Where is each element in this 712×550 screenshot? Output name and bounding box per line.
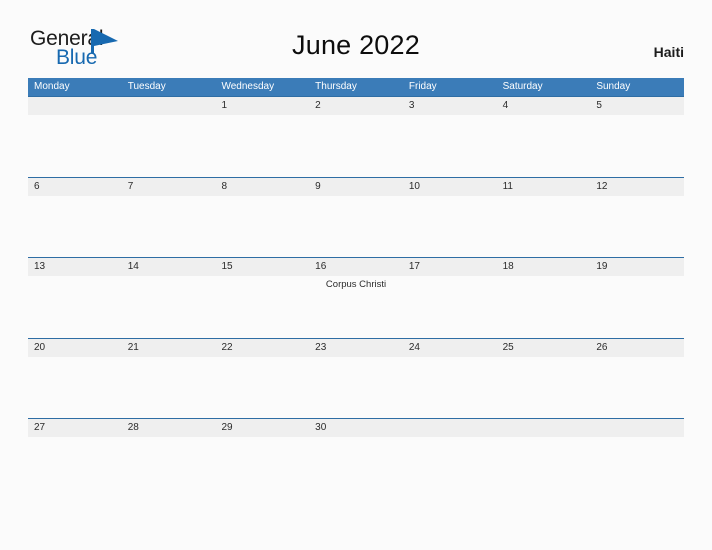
day-cell-number[interactable]: 2 bbox=[309, 97, 403, 115]
day-cell-number[interactable]: 30 bbox=[309, 419, 403, 437]
weekday-header-friday: Friday bbox=[408, 81, 437, 92]
day-cell-number[interactable]: 25 bbox=[497, 339, 591, 357]
week-event-band bbox=[28, 357, 684, 360]
weekday-header-sunday: Sunday bbox=[596, 81, 631, 92]
week-daynumber-band: 13 14 15 16 17 18 19 bbox=[28, 258, 684, 276]
calendar-page: General Blue June 2022 Haiti Monday Tues… bbox=[0, 0, 712, 550]
day-cell-number[interactable]: 29 bbox=[215, 419, 309, 437]
day-cell-number[interactable]: 19 bbox=[590, 258, 684, 276]
day-cell-event bbox=[309, 357, 403, 360]
day-cell-number[interactable]: 1 bbox=[215, 97, 309, 115]
week-daynumber-band: 6 7 8 9 10 11 12 bbox=[28, 177, 684, 196]
day-cell-number[interactable]: 27 bbox=[28, 419, 122, 437]
day-cell-event bbox=[590, 196, 684, 199]
week-event-band bbox=[28, 115, 684, 118]
day-cell-event bbox=[497, 437, 591, 440]
day-cell-number[interactable]: 9 bbox=[309, 178, 403, 196]
day-cell-number[interactable]: 12 bbox=[590, 178, 684, 196]
day-cell-number[interactable]: 7 bbox=[122, 178, 216, 196]
day-cell-number[interactable]: 24 bbox=[403, 339, 497, 357]
day-cell-event bbox=[497, 115, 591, 118]
day-cell-event bbox=[28, 437, 122, 440]
day-cell-event bbox=[590, 115, 684, 118]
weekday-header-wednesday: Wednesday bbox=[221, 81, 275, 92]
day-cell-number[interactable]: 14 bbox=[122, 258, 216, 276]
week-daynumber-band: 27 28 29 30 bbox=[28, 419, 684, 437]
day-cell-number[interactable]: 11 bbox=[497, 178, 591, 196]
day-cell-event bbox=[309, 115, 403, 118]
day-cell-event bbox=[215, 115, 309, 118]
week-row: 27 28 29 30 bbox=[28, 418, 684, 499]
day-cell-number[interactable]: 10 bbox=[403, 178, 497, 196]
day-cell-event bbox=[28, 115, 122, 118]
calendar-grid: Monday Tuesday Wednesday Thursday Friday… bbox=[28, 78, 684, 499]
day-cell-number[interactable]: 20 bbox=[28, 339, 122, 357]
day-cell-event bbox=[215, 196, 309, 199]
day-cell-number[interactable]: 15 bbox=[215, 258, 309, 276]
day-cell-number[interactable] bbox=[497, 419, 591, 437]
weekday-header-thursday: Thursday bbox=[315, 81, 357, 92]
weekday-header-row: Monday Tuesday Wednesday Thursday Friday… bbox=[28, 78, 684, 96]
day-cell-number[interactable] bbox=[122, 97, 216, 115]
week-event-band bbox=[28, 437, 684, 440]
week-event-band bbox=[28, 196, 684, 199]
page-title: June 2022 bbox=[292, 30, 420, 60]
day-cell-number[interactable]: 6 bbox=[28, 178, 122, 196]
weekday-header-monday: Monday bbox=[34, 81, 70, 92]
day-cell-event bbox=[497, 357, 591, 360]
day-cell-event bbox=[28, 276, 122, 291]
day-cell-event bbox=[309, 196, 403, 199]
week-daynumber-band: 1 2 3 4 5 bbox=[28, 97, 684, 115]
day-cell-number[interactable]: 22 bbox=[215, 339, 309, 357]
day-cell-number[interactable]: 21 bbox=[122, 339, 216, 357]
day-cell-event bbox=[122, 357, 216, 360]
day-cell-event bbox=[309, 437, 403, 440]
day-cell-event bbox=[403, 437, 497, 440]
day-cell-event bbox=[28, 196, 122, 199]
day-cell-event bbox=[122, 276, 216, 291]
day-cell-number[interactable]: 4 bbox=[497, 97, 591, 115]
day-cell-number[interactable]: 3 bbox=[403, 97, 497, 115]
day-cell-number[interactable]: 16 bbox=[309, 258, 403, 276]
weekday-header-tuesday: Tuesday bbox=[127, 81, 166, 92]
day-cell-number[interactable]: 8 bbox=[215, 178, 309, 196]
day-cell-number[interactable]: 13 bbox=[28, 258, 122, 276]
page-header: General Blue June 2022 Haiti bbox=[0, 0, 712, 78]
day-cell-number[interactable] bbox=[590, 419, 684, 437]
day-cell-number[interactable]: 5 bbox=[590, 97, 684, 115]
week-row: 13 14 15 16 17 18 19 Corpus Christi bbox=[28, 257, 684, 338]
day-cell-event bbox=[28, 357, 122, 360]
day-cell-number[interactable] bbox=[28, 97, 122, 115]
day-cell-number[interactable]: 26 bbox=[590, 339, 684, 357]
day-cell-number[interactable]: 28 bbox=[122, 419, 216, 437]
day-cell-event bbox=[122, 115, 216, 118]
day-cell-number[interactable] bbox=[403, 419, 497, 437]
week-row: 6 7 8 9 10 11 12 bbox=[28, 176, 684, 258]
day-cell-event bbox=[215, 276, 309, 291]
day-cell-event bbox=[403, 115, 497, 118]
week-row: 1 2 3 4 5 bbox=[28, 96, 684, 177]
day-cell-event bbox=[122, 437, 216, 440]
day-cell-event bbox=[403, 357, 497, 360]
day-cell-event bbox=[215, 437, 309, 440]
day-cell-event bbox=[215, 357, 309, 360]
day-cell-number[interactable]: 17 bbox=[403, 258, 497, 276]
week-daynumber-band: 20 21 22 23 24 25 26 bbox=[28, 338, 684, 357]
week-row: 20 21 22 23 24 25 26 bbox=[28, 337, 684, 419]
week-event-band: Corpus Christi bbox=[28, 276, 684, 291]
day-cell-event bbox=[122, 196, 216, 199]
day-cell-event bbox=[497, 276, 591, 291]
day-cell-event bbox=[590, 357, 684, 360]
weekday-header-saturday: Saturday bbox=[502, 81, 543, 92]
day-cell-event bbox=[497, 196, 591, 199]
day-cell-number[interactable]: 18 bbox=[497, 258, 591, 276]
day-cell-event bbox=[590, 276, 684, 291]
day-cell-number[interactable]: 23 bbox=[309, 339, 403, 357]
holiday-label-corpus-christi: Corpus Christi bbox=[325, 279, 387, 290]
day-cell-event bbox=[403, 196, 497, 199]
country-label: Haiti bbox=[653, 44, 684, 60]
day-cell-event bbox=[403, 276, 497, 291]
day-cell-event bbox=[590, 437, 684, 440]
